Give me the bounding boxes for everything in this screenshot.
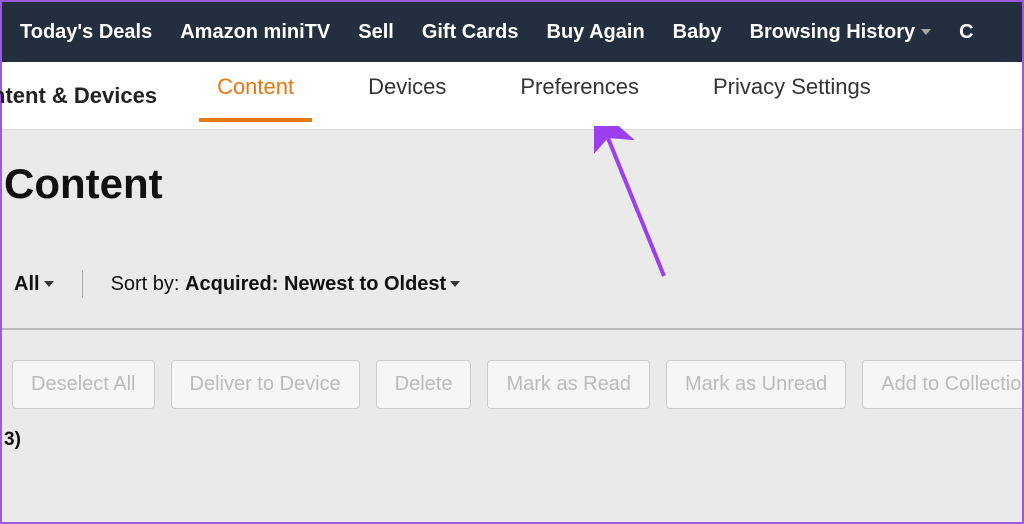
filter-row: All Sort by: Acquired: Newest to Oldest [2, 264, 1022, 304]
delete-button[interactable]: Delete [376, 360, 472, 409]
nav-sell[interactable]: Sell [358, 21, 394, 44]
tab-content[interactable]: Content [217, 74, 294, 118]
page-title: Content [2, 130, 1022, 208]
tab-preferences[interactable]: Preferences [520, 74, 639, 118]
tab-devices[interactable]: Devices [368, 74, 446, 118]
sub-nav: ntent & Devices Content Devices Preferen… [2, 62, 1022, 130]
breadcrumb[interactable]: ntent & Devices [0, 83, 157, 109]
top-nav: Today's Deals Amazon miniTV Sell Gift Ca… [2, 2, 1022, 62]
nav-gift-cards[interactable]: Gift Cards [422, 21, 519, 44]
mark-as-read-button[interactable]: Mark as Read [487, 360, 650, 409]
content-area: Content All Sort by: Acquired: Newest to… [2, 130, 1022, 522]
nav-buy-again[interactable]: Buy Again [547, 21, 645, 44]
mark-as-unread-button[interactable]: Mark as Unread [666, 360, 846, 409]
nav-truncated[interactable]: C [959, 21, 973, 44]
nav-baby[interactable]: Baby [673, 21, 722, 44]
sort-dropdown[interactable]: Sort by: Acquired: Newest to Oldest [111, 273, 461, 296]
deliver-to-device-button[interactable]: Deliver to Device [171, 360, 360, 409]
count-fragment: 3) [2, 409, 1022, 451]
filter-all-dropdown[interactable]: All [14, 273, 54, 296]
deselect-all-button[interactable]: Deselect All [12, 360, 155, 409]
divider [82, 270, 83, 298]
sub-tabs: Content Devices Preferences Privacy Sett… [217, 74, 871, 118]
chevron-down-icon [921, 29, 931, 35]
nav-minitv[interactable]: Amazon miniTV [180, 21, 330, 44]
chevron-down-icon [450, 281, 460, 287]
chevron-down-icon [44, 281, 54, 287]
nav-todays-deals[interactable]: Today's Deals [20, 21, 152, 44]
action-row: Deselect All Deliver to Device Delete Ma… [2, 330, 1022, 409]
add-to-collection-button[interactable]: Add to Collection [862, 360, 1022, 409]
tab-privacy-settings[interactable]: Privacy Settings [713, 74, 871, 118]
nav-browsing-history[interactable]: Browsing History [750, 21, 932, 44]
